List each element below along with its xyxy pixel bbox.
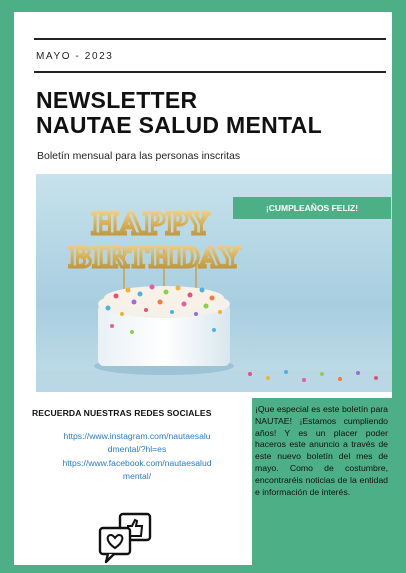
announcement-box: ¡Que especial es este boletín para NAUTA…: [252, 398, 392, 566]
topper-line-1: HAPPY: [91, 207, 210, 242]
facebook-link[interactable]: https://www.facebook.com/nautaesalud men…: [32, 457, 242, 482]
newsletter-page: MAYO - 2023 NEWSLETTER NAUTAE SALUD MENT…: [0, 0, 406, 573]
newsletter-title: NEWSLETTER NAUTAE SALUD MENTAL: [36, 88, 322, 138]
newsletter-subtitle: Boletín mensual para las personas inscri…: [37, 150, 241, 162]
instagram-link-line-2[interactable]: dmental/?hl=es: [32, 443, 242, 456]
instagram-link-line-1[interactable]: https://www.instagram.com/nautaesalu: [32, 430, 242, 443]
title-line-1: NEWSLETTER: [36, 87, 198, 113]
issue-date: MAYO - 2023: [36, 51, 114, 62]
frame-bottom: [0, 565, 406, 573]
social-media-icon: [98, 512, 152, 564]
title-line-2: NAUTAE SALUD MENTAL: [36, 112, 322, 138]
frame-left: [0, 0, 14, 573]
frame-top: [0, 0, 406, 12]
instagram-link[interactable]: https://www.instagram.com/nautaesalu dme…: [32, 430, 242, 455]
birthday-banner: ¡CUMPLEAÑOS FELIZ!: [233, 197, 391, 219]
social-heading: RECUERDA NUESTRAS REDES SOCIALES: [32, 408, 212, 418]
topper-line-2: BIRTHDAY: [68, 241, 240, 274]
announcement-text: ¡Que especial es este boletín para NAUTA…: [255, 404, 388, 497]
top-divider: [34, 38, 386, 40]
date-divider: [34, 71, 386, 73]
frame-right: [392, 0, 406, 573]
facebook-link-line-2[interactable]: mental/: [32, 470, 242, 483]
facebook-link-line-1[interactable]: https://www.facebook.com/nautaesalud: [32, 457, 242, 470]
